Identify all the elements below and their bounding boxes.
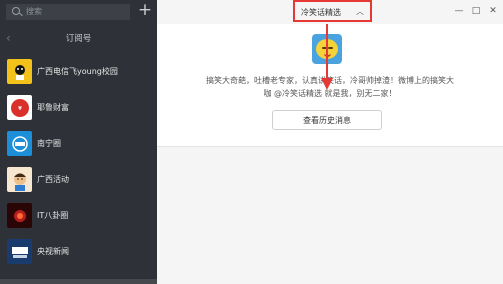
account-avatar-image	[7, 239, 32, 264]
add-button[interactable]: +	[137, 2, 153, 20]
view-history-button[interactable]: 查看历史消息	[272, 110, 382, 130]
main-panel: 冷笑话精选 ︿ — □ ✕ 搞笑大奇葩，吐槽老专家，认真讲笑话，冷哥帅掉渣！微博…	[157, 0, 503, 284]
list-item-label: 央视新闻	[37, 247, 69, 256]
list-item-label: 耶鲁财富	[37, 103, 69, 112]
close-button[interactable]: ✕	[487, 5, 499, 17]
search-placeholder: 搜索	[26, 7, 42, 16]
avatar	[7, 239, 32, 264]
maximize-button[interactable]: □	[470, 5, 482, 17]
list-item-label: 广西活动	[37, 175, 69, 184]
titlebar: 冷笑话精选 ︿ — □ ✕	[157, 0, 503, 24]
search-row: 搜索 +	[0, 0, 157, 24]
account-avatar-image	[7, 203, 32, 228]
account-avatar-image: ¥	[7, 95, 32, 120]
avatar	[7, 203, 32, 228]
annotation-arrow-head	[321, 78, 333, 90]
list-item[interactable]: 南宁圈	[0, 126, 157, 162]
list-item[interactable]: 央视新闻	[0, 234, 157, 270]
avatar: ¥	[7, 95, 32, 120]
annotation-arrow-line	[326, 24, 328, 82]
chevron-up-icon: ︿	[356, 7, 364, 16]
list-item[interactable]: 广西电信飞young校园	[0, 54, 157, 90]
list-item[interactable]: ¥ 耶鲁财富	[0, 90, 157, 126]
account-title: 冷笑话精选	[301, 8, 341, 17]
subscription-header: ‹ 订阅号	[0, 28, 157, 50]
account-avatar-image	[7, 131, 32, 156]
svg-text:¥: ¥	[18, 106, 22, 112]
list-item-label: IT八卦圈	[37, 211, 69, 220]
avatar	[7, 59, 32, 84]
sidebar: 搜索 + ‹ 订阅号 广西电信飞young校园 ¥ 耶鲁财富 南宁圈 广西活动 …	[0, 0, 157, 284]
avatar	[7, 131, 32, 156]
eye-right	[328, 47, 333, 49]
list-item-label: 广西电信飞young校园	[37, 67, 118, 76]
search-input[interactable]: 搜索	[6, 4, 130, 20]
subscription-title: 订阅号	[65, 34, 92, 44]
list-item[interactable]: IT八卦圈	[0, 198, 157, 234]
list-item-label: 南宁圈	[37, 139, 61, 148]
subscription-list: 广西电信飞young校园 ¥ 耶鲁财富 南宁圈 广西活动 IT八卦圈 央视新闻	[0, 54, 157, 270]
account-title-button[interactable]: 冷笑话精选 ︿	[293, 0, 372, 22]
account-avatar-image	[7, 59, 32, 84]
minimize-button[interactable]: —	[453, 5, 465, 17]
avatar	[7, 167, 32, 192]
search-icon	[12, 7, 20, 15]
list-item[interactable]: 广西活动	[0, 162, 157, 198]
account-avatar-image	[7, 167, 32, 192]
sidebar-bottom-item	[0, 279, 157, 284]
